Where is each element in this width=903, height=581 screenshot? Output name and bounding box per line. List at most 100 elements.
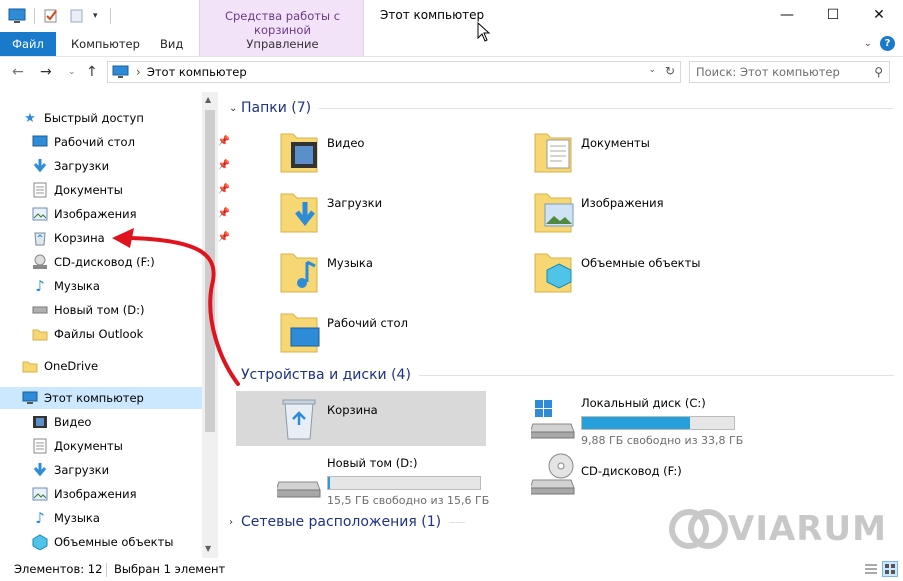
section-divider xyxy=(418,374,894,376)
folder-tile-desktop[interactable]: Рабочий стол xyxy=(277,308,527,364)
nav-label: Файлы Outlook xyxy=(54,327,144,341)
nav-label: Изображения xyxy=(54,207,137,221)
close-button[interactable]: ✕ xyxy=(856,0,902,30)
folder-icon xyxy=(22,358,38,374)
nav-label: CD-дисковод (F:) xyxy=(54,255,155,269)
hard-drive-icon xyxy=(277,481,321,498)
ribbon-controls: ⌄ ? xyxy=(864,36,895,51)
customize-toolbar-icon[interactable]: ▾ xyxy=(93,11,98,21)
tile-label: Изображения xyxy=(581,196,664,210)
nav-quick-access[interactable]: ★ Быстрый доступ xyxy=(22,107,224,129)
section-title: Папки (7) xyxy=(241,100,312,116)
help-button[interactable]: ? xyxy=(880,36,895,51)
download-arrow-icon xyxy=(32,158,48,174)
nav-label: Изображения xyxy=(54,487,137,501)
picture-icon xyxy=(32,206,48,222)
forward-arrow-icon[interactable]: → xyxy=(40,64,52,80)
drive-usage-fill xyxy=(328,477,330,489)
nav-label: Новый том (D:) xyxy=(54,303,145,317)
nav-label: Документы xyxy=(54,439,123,453)
status-bar: Элементов: 12 Выбран 1 элемент xyxy=(0,559,903,581)
toolbar-divider xyxy=(34,8,35,24)
folder-tile-music[interactable]: Музыка xyxy=(277,248,527,304)
recent-locations-icon[interactable]: ⌄ xyxy=(68,67,76,77)
scrollbar-thumb[interactable] xyxy=(205,110,215,432)
desktop-folder-icon xyxy=(280,313,320,353)
device-tile-cd-drive[interactable]: CD-дисковод (F:) xyxy=(531,450,781,506)
download-arrow-icon xyxy=(32,462,48,478)
chevron-right-icon[interactable]: › xyxy=(229,517,241,528)
tiles-view-icon[interactable] xyxy=(882,561,898,577)
address-bar[interactable]: › Этот компьютер ⌄ ↻ xyxy=(107,61,681,83)
folder-tile-downloads[interactable]: Загрузки xyxy=(277,188,527,244)
section-folders[interactable]: ⌄ Папки (7) xyxy=(229,100,894,116)
refresh-icon[interactable]: ↻ xyxy=(665,64,675,78)
watermark-logo-icon xyxy=(669,509,728,549)
folder-tile-documents[interactable]: Документы xyxy=(531,128,781,184)
3d-objects-folder-icon xyxy=(534,253,572,293)
section-title: Сетевые расположения (1) xyxy=(241,514,442,530)
star-icon: ★ xyxy=(24,110,36,126)
back-arrow-icon[interactable]: ← xyxy=(12,64,24,80)
nav-label: Быстрый доступ xyxy=(44,111,144,125)
window-title: Этот компьютер xyxy=(380,8,485,22)
scroll-up-icon[interactable]: ▲ xyxy=(205,95,211,104)
folder-tile-videos[interactable]: Видео xyxy=(277,128,527,184)
chevron-down-icon[interactable]: ⌄ xyxy=(648,65,656,75)
chevron-down-icon[interactable]: ⌄ xyxy=(864,38,872,49)
tab-view[interactable]: Вид xyxy=(160,37,183,51)
this-pc-icon xyxy=(112,65,130,79)
nav-label: OneDrive xyxy=(44,359,99,373)
scroll-down-icon[interactable]: ▼ xyxy=(205,544,211,553)
desktop-icon xyxy=(32,134,48,150)
chevron-down-icon[interactable]: ⌄ xyxy=(229,103,241,114)
music-note-icon: ♪ xyxy=(35,509,45,527)
minimize-button[interactable]: — xyxy=(764,0,810,30)
mouse-cursor-icon xyxy=(477,22,491,42)
nav-scrollbar[interactable]: ▲ ▼ xyxy=(202,92,218,558)
nav-label: Видео xyxy=(54,415,92,429)
context-group-title: Средства работы с корзиной xyxy=(224,9,341,37)
documents-folder-icon xyxy=(534,133,572,173)
watermark-text: VIARUM xyxy=(728,509,887,549)
tile-label: Музыка xyxy=(327,256,373,270)
search-placeholder: Поиск: Этот компьютер xyxy=(696,65,840,79)
navigation-pane[interactable]: ★ Быстрый доступ Рабочий стол 📌 Загрузки… xyxy=(0,92,230,558)
tab-computer[interactable]: Компьютер xyxy=(71,37,140,51)
folder-tile-3d-objects[interactable]: Объемные объекты xyxy=(531,248,781,304)
up-arrow-icon[interactable]: ↑ xyxy=(86,64,98,80)
contextual-tab-group: Средства работы с корзиной Управление xyxy=(199,0,364,56)
details-view-icon[interactable] xyxy=(863,561,879,577)
chevron-down-icon[interactable]: ⌄ xyxy=(229,370,241,381)
drive-usage-bar xyxy=(581,416,735,430)
folder-icon xyxy=(32,326,48,342)
device-tile-recycle-bin[interactable]: Корзина xyxy=(236,391,486,446)
search-icon: ⚲ xyxy=(874,65,883,79)
pin-icon: 📌 xyxy=(217,136,230,147)
tile-label: Корзина xyxy=(327,403,378,417)
status-item-count: Элементов: 12 xyxy=(14,562,103,576)
device-tile-local-disk-c[interactable]: Локальный диск (C:) 9,88 ГБ свободно из … xyxy=(531,388,781,447)
drive-usage-fill xyxy=(582,417,690,429)
tab-file[interactable]: Файл xyxy=(0,32,56,56)
music-folder-icon xyxy=(280,253,318,293)
folder-tile-pictures[interactable]: Изображения xyxy=(531,188,781,244)
drive-usage-bar xyxy=(327,476,481,490)
section-devices[interactable]: ⌄ Устройства и диски (4) xyxy=(229,367,894,383)
nav-onedrive[interactable]: OneDrive xyxy=(22,355,224,377)
maximize-button[interactable]: ☐ xyxy=(810,0,856,30)
properties-icon[interactable] xyxy=(43,8,59,24)
tile-label: Видео xyxy=(327,136,365,150)
tile-label: Объемные объекты xyxy=(581,256,701,270)
new-folder-icon[interactable] xyxy=(69,8,85,24)
cd-drive-icon xyxy=(32,254,48,270)
nav-label: Загрузки xyxy=(54,463,110,477)
tab-manage[interactable]: Управление xyxy=(200,37,365,51)
device-tile-volume-d[interactable]: Новый том (D:) 15,5 ГБ свободно из 15,6 … xyxy=(277,448,527,507)
this-pc-icon[interactable] xyxy=(8,8,26,24)
watermark: VIARUM xyxy=(668,508,887,550)
nav-this-pc[interactable]: Этот компьютер xyxy=(0,387,202,409)
pin-icon: 📌 xyxy=(217,208,230,219)
search-input[interactable]: Поиск: Этот компьютер ⚲ xyxy=(689,61,890,83)
quick-access-toolbar: ▾ xyxy=(8,6,111,26)
